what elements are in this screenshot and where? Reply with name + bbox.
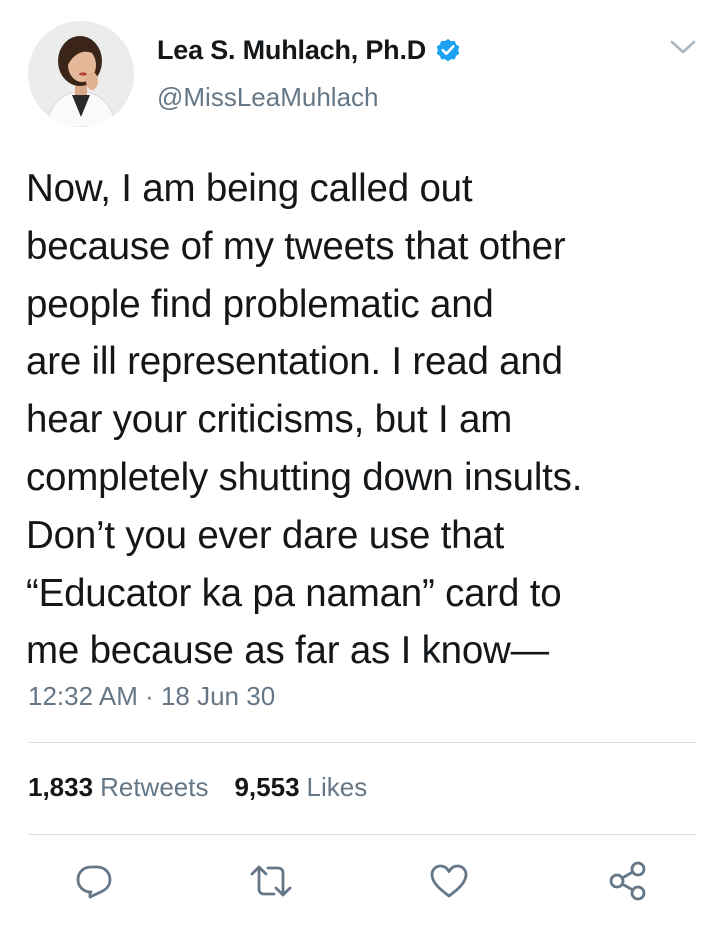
heart-icon	[430, 864, 468, 898]
tweet-text: Now, I am being called out because of my…	[26, 167, 583, 673]
retweets-label[interactable]: Retweets	[100, 772, 208, 803]
chevron-down-icon[interactable]	[668, 36, 698, 58]
reply-button[interactable]	[71, 858, 117, 904]
profile-photo	[28, 21, 134, 127]
user-handle[interactable]: @MissLeaMuhlach	[157, 82, 378, 113]
tweet-timestamp[interactable]: 12:32 AM · 18 Jun 30	[28, 681, 275, 712]
display-name-row[interactable]: Lea S. Muhlach, Ph.D	[157, 31, 462, 69]
likes-label[interactable]: Likes	[307, 772, 368, 803]
reply-icon	[76, 865, 112, 899]
share-icon	[609, 861, 646, 901]
tweet-stats: 1,833 Retweets 9,553 Likes	[28, 772, 393, 803]
like-button[interactable]	[426, 858, 472, 904]
verified-badge-icon	[434, 36, 462, 64]
divider	[28, 834, 696, 835]
retweet-icon	[250, 865, 292, 897]
retweets-count[interactable]: 1,833	[28, 772, 93, 803]
retweet-button[interactable]	[248, 858, 294, 904]
divider	[28, 742, 696, 743]
display-name[interactable]: Lea S. Muhlach, Ph.D	[157, 35, 426, 66]
likes-count[interactable]: 9,553	[234, 772, 299, 803]
tweet-actions	[0, 858, 720, 908]
share-button[interactable]	[605, 858, 651, 904]
tweet-card: Lea S. Muhlach, Ph.D @MissLeaMuhlach Now…	[0, 0, 720, 928]
avatar[interactable]	[28, 21, 134, 127]
